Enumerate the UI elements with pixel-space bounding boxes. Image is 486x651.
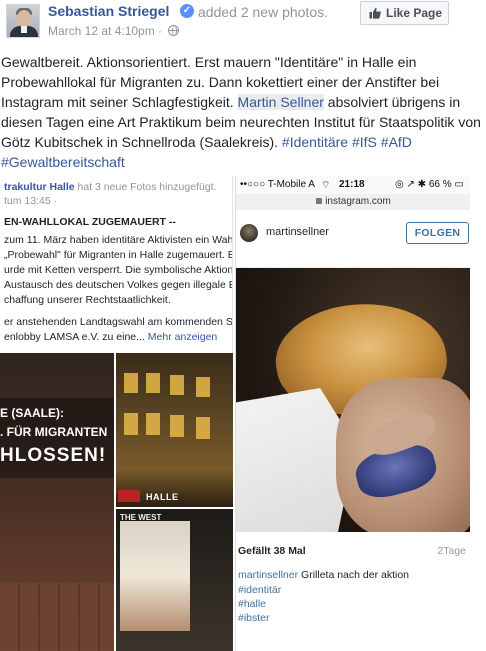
caption-text: Grilleta nach der aktion: [298, 569, 410, 581]
building-photo[interactable]: HALLE: [116, 353, 233, 507]
photo-grid: trakultur Halle hat 3 neue Fotos hinzuge…: [0, 176, 470, 651]
window: [170, 375, 184, 395]
shared-post-line-more: enlobby LAMSA e.V. zu eine... Mehr anzei…: [4, 331, 217, 344]
red-sign: [118, 490, 140, 502]
caption-username: martinsellner: [238, 569, 299, 581]
brick-wall: [0, 583, 114, 651]
window: [146, 373, 160, 393]
shop-window: [120, 521, 190, 631]
banner-photo[interactable]: E (SAALE): . FÜR MIGRANTEN HLOSSEN!: [0, 353, 114, 651]
halle-label: HALLE: [146, 492, 179, 502]
instagram-photo: [236, 268, 470, 532]
window: [124, 373, 138, 393]
window: [196, 377, 210, 397]
address-url: instagram.com: [325, 196, 391, 207]
instagram-hashtag: #ibster: [238, 612, 270, 624]
post-action-verb: added: [198, 4, 237, 20]
instagram-hashtag: #halle: [238, 598, 267, 610]
like-page-button[interactable]: Like Page: [360, 1, 449, 25]
author-name[interactable]: Sebastian Striegel: [48, 3, 169, 19]
shared-post-line: Austausch des deutschen Volkes gegen ill…: [4, 279, 233, 291]
status-icons: ◎ ↗ ✱ 66 % ▭: [395, 179, 464, 190]
new-photos-link[interactable]: 2 new photos.: [241, 4, 328, 20]
instagram-hashtag: #identitär: [238, 584, 282, 596]
shopfront-photo[interactable]: THE WEST: [116, 509, 233, 651]
banner-text-line: E (SAALE):: [0, 406, 64, 420]
hashtag-link[interactable]: #AfD: [381, 134, 412, 150]
window: [124, 413, 138, 435]
shared-post-line: urde mit Ketten versperrt. Die symbolisc…: [4, 264, 233, 276]
shared-post-line-text: enlobby LAMSA e.V. zu eine...: [4, 331, 148, 343]
hashtag-link[interactable]: #Gewaltbereitschaft: [1, 154, 125, 170]
clock-label: 21:18: [339, 179, 365, 190]
like-page-label: Like Page: [386, 6, 443, 20]
instagram-likes: Gefällt 38 Mal: [238, 545, 306, 557]
window: [146, 413, 160, 435]
globe-icon: [168, 25, 180, 36]
instagram-post-age: 2Tage: [437, 545, 466, 557]
hashtag-link[interactable]: #Identitäre: [282, 134, 348, 150]
instagram-post-header: martinsellner FOLGEN: [236, 210, 470, 268]
instagram-caption: martinsellner Grilleta nach der aktion: [238, 569, 409, 582]
instagram-username: martinsellner: [266, 226, 329, 238]
shared-post-headline: EN-WAHLLOKAL ZUGEMAUERT --: [4, 216, 176, 228]
hashtag-link[interactable]: #IfS: [352, 134, 377, 150]
shared-post-line: zum 11. März haben identitäre Aktivisten…: [4, 234, 233, 246]
lock-icon: [316, 198, 323, 204]
window: [170, 415, 184, 437]
shared-post-photo[interactable]: trakultur Halle hat 3 neue Fotos hinzuge…: [0, 176, 233, 353]
shared-post-source-suffix: hat 3 neue Fotos hinzugefügt.: [74, 181, 217, 193]
carrier-label: ••○○○ T-Mobile A: [240, 179, 315, 190]
banner-text-line: . FÜR MIGRANTEN: [0, 425, 108, 439]
shared-post-meta: tum 13:45 ·: [4, 195, 58, 207]
author-avatar[interactable]: [6, 4, 40, 38]
instagram-screenshot-photo[interactable]: ••○○○ T-Mobile A ⌔ 21:18 ◎ ↗ ✱ 66 % ▭ in…: [235, 176, 470, 651]
verified-badge-icon: ✓: [180, 4, 194, 18]
window: [196, 417, 210, 439]
mention-link[interactable]: Martin Sellner: [237, 94, 324, 110]
address-bar: instagram.com: [236, 194, 470, 210]
shared-post-line: er anstehenden Landtagswahl am kommenden…: [4, 316, 233, 328]
post-body: Gewaltbereit. Aktionsorientiert. Erst ma…: [1, 52, 481, 172]
instagram-avatar: [240, 224, 258, 242]
shared-post-header: trakultur Halle hat 3 neue Fotos hinzuge…: [4, 181, 216, 194]
thumbs-up-icon: [369, 7, 381, 19]
show-more-link[interactable]: Mehr anzeigen: [148, 331, 217, 343]
shared-post-line: „Probewahl" für Migranten in Halle zugem…: [4, 249, 233, 261]
banner-text-line: HLOSSEN!: [0, 445, 107, 466]
post-timestamp-text[interactable]: March 12 at 4:10pm ·: [48, 24, 165, 38]
phone-status-bar: ••○○○ T-Mobile A ⌔ 21:18 ◎ ↗ ✱ 66 % ▭: [236, 176, 470, 194]
instagram-follow-button: FOLGEN: [406, 222, 469, 244]
wifi-icon: ⌔: [321, 180, 331, 191]
shared-post-line: chaffung unserer Rechtstaatlichkeit.: [4, 294, 171, 306]
post-timestamp[interactable]: March 12 at 4:10pm ·: [48, 24, 180, 38]
shared-post-source: trakultur Halle: [4, 181, 75, 193]
post-action: added 2 new photos.: [198, 4, 328, 20]
